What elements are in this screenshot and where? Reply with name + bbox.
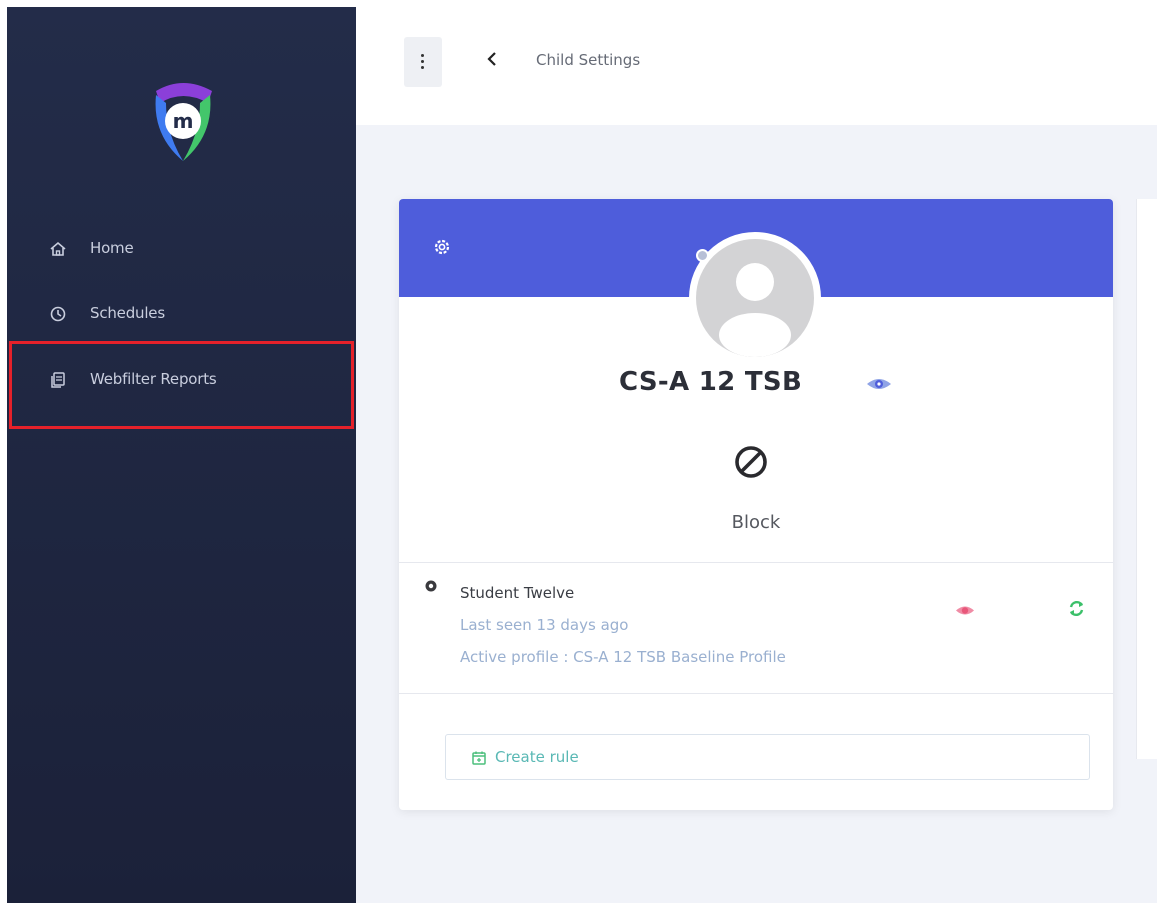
divider — [399, 562, 1113, 563]
sync-icon[interactable] — [1068, 600, 1085, 617]
block-icon — [735, 446, 767, 478]
gear-icon[interactable] — [432, 237, 452, 257]
sidebar-item-label: Schedules — [90, 304, 165, 322]
create-rule-label: Create rule — [495, 748, 579, 766]
eye-icon[interactable] — [866, 376, 892, 392]
clock-icon — [50, 306, 66, 322]
back-icon[interactable] — [486, 52, 498, 66]
avatar — [689, 232, 821, 364]
main-content: Child Settings CS-A 12 TSB Block Student… — [356, 7, 1157, 903]
status-label: Block — [731, 512, 781, 533]
home-icon — [50, 241, 66, 256]
status-dot — [696, 249, 709, 262]
side-panel-edge — [1136, 199, 1157, 759]
highlight-box — [9, 341, 354, 429]
device-name: Student Twelve — [460, 584, 575, 602]
create-rule-button[interactable]: Create rule — [445, 734, 1090, 780]
sidebar-item-home[interactable]: Home — [7, 231, 356, 267]
app-window: m Home Schedules Webfilter Reports Child… — [7, 7, 1157, 903]
last-seen: Last seen 13 days ago — [460, 616, 629, 634]
divider — [399, 693, 1113, 694]
logo-letter: m — [173, 109, 194, 133]
page-title: Child Settings — [536, 51, 641, 69]
child-name: CS-A 12 TSB — [619, 367, 803, 397]
sidebar-item-schedules[interactable]: Schedules — [7, 296, 356, 332]
eye-icon[interactable] — [955, 604, 975, 617]
active-profile: Active profile : CS-A 12 TSB Baseline Pr… — [460, 648, 786, 666]
user-icon — [719, 263, 791, 357]
top-bar: Child Settings — [356, 7, 1157, 125]
menu-button[interactable] — [404, 37, 442, 87]
calendar-icon — [472, 751, 486, 765]
sidebar-item-label: Home — [90, 239, 134, 257]
child-card: CS-A 12 TSB Block Student Twelve Last se… — [399, 199, 1113, 810]
chrome-icon — [425, 580, 437, 592]
sidebar: m Home Schedules Webfilter Reports — [7, 7, 356, 903]
app-logo[interactable]: m — [142, 69, 224, 169]
